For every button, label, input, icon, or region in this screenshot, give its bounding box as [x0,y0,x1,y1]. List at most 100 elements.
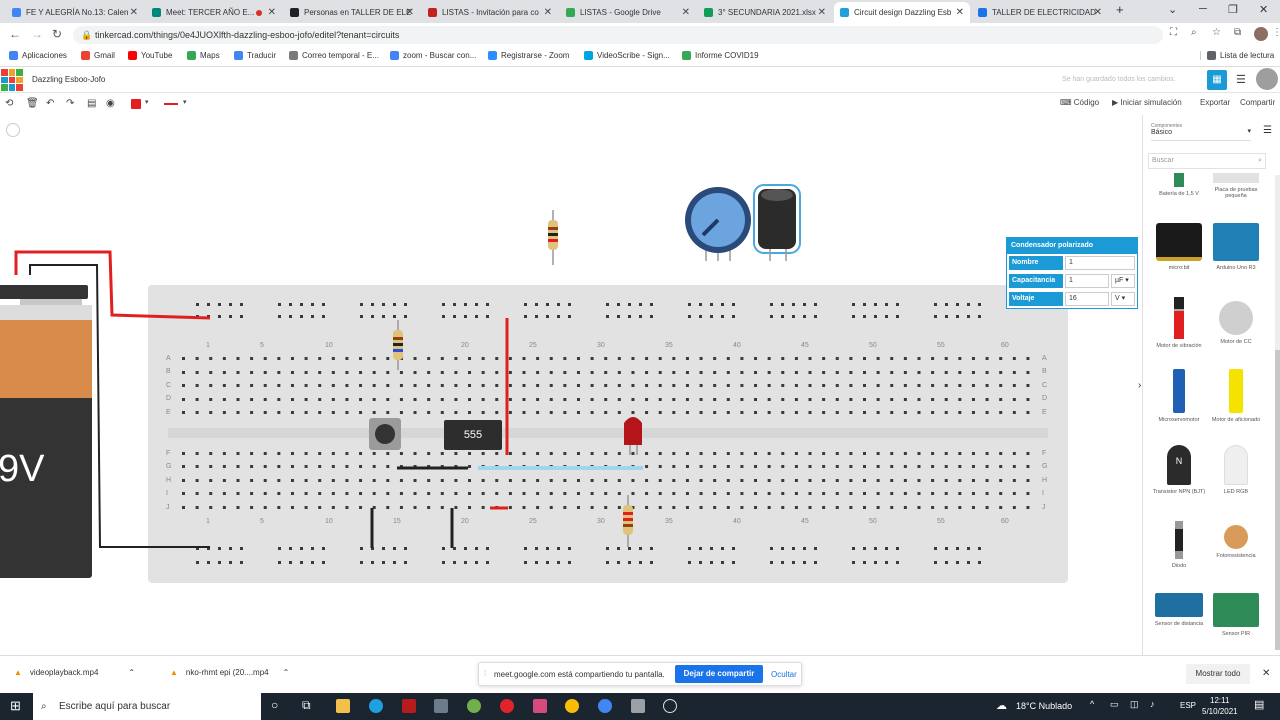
file-explorer-icon[interactable] [336,699,350,713]
show-all-downloads-button[interactable]: Mostrar todo [1186,664,1250,684]
bookmark-item[interactable]: Gmail [81,51,115,60]
component-hobby-motor[interactable]: Motor de aficionado [1206,369,1266,423]
profile-avatar[interactable] [1254,27,1268,41]
app-icon[interactable] [631,699,645,713]
component-microbit[interactable]: micro:bit [1149,223,1209,271]
export-button[interactable]: Exportar [1200,98,1230,107]
capacitance-unit-select[interactable]: µF ▾ [1111,274,1135,288]
sidebar-scrollbar[interactable] [1275,175,1280,650]
notes-icon[interactable]: ▤ [87,98,96,109]
potentiometer[interactable] [685,187,751,261]
list-view-icon[interactable]: ☰ [1236,73,1246,86]
network-icon[interactable]: ◫ [1130,699,1139,710]
component-battery[interactable]: Batería de 1,5 V [1149,173,1209,197]
opera-icon[interactable] [500,699,514,713]
resistor-top[interactable] [393,320,403,370]
app-icon[interactable] [663,699,677,713]
bookmark-item[interactable]: YouTube [128,51,172,60]
browser-tab-active[interactable]: Circuit design Dazzling Esb ✕ [834,2,970,23]
chevron-up-icon[interactable]: ⌃ [128,668,135,677]
chrome-icon[interactable] [565,699,579,713]
url-field[interactable]: 🔒 tinkercad.com/things/0e4JUOXlfth-dazzl… [73,26,1163,44]
browser-tab[interactable]: Meet: TERCER AÑO E... ✕ [146,2,282,23]
taskbar-search[interactable]: ⌕ Escribe aquí para buscar [33,693,261,720]
browser-tab[interactable]: Personas en TALLER DE ELE ✕ [284,2,420,23]
browser-tab[interactable]: FE Y ALEGRÍA No.13: Calen ✕ [6,2,144,23]
resistor-floating[interactable] [548,210,558,265]
visibility-icon[interactable]: ◉ [106,98,115,109]
reload-icon[interactable]: ↻ [52,27,62,41]
chevron-up-icon[interactable]: ^ [1090,699,1094,709]
circuit-view-icon[interactable]: ▦ [1207,70,1227,90]
push-button[interactable] [369,418,401,450]
clock-date[interactable]: 5/10/2021 [1202,707,1238,716]
forward-icon[interactable]: → [31,27,43,41]
component-breadboard-small[interactable]: Placa de pruebas pequeña [1206,173,1266,199]
close-tab-icon[interactable]: ✕ [818,7,826,18]
bookmark-item[interactable]: Registrarse - Zoom [488,51,569,60]
component-pir-sensor[interactable]: Sensor PIR [1206,593,1266,637]
circuit-canvas[interactable]: 1 5 10 15 20 25 30 35 40 45 50 55 60 1 5… [0,115,1142,655]
wire-color-swatch[interactable] [131,99,141,109]
minimize-icon[interactable]: ─ [1199,3,1207,15]
close-tab-icon[interactable]: ✕ [956,7,964,18]
close-tab-icon[interactable]: ✕ [268,7,276,18]
windows-start-icon[interactable]: ⊞ [10,698,21,714]
browser-tab[interactable]: LISTAS - Google Drive ✕ [560,2,696,23]
menu-kebab-icon[interactable]: ⋮ [1272,27,1280,38]
edge-icon[interactable] [369,699,383,713]
name-field[interactable]: 1 [1065,256,1135,270]
stop-sharing-button[interactable]: Dejar de compartir [675,665,763,683]
component-dc-motor[interactable]: Motor de CC [1206,297,1266,345]
download-item[interactable]: ▲ nko-rhmt epi (20....mp4 ⌃ [170,668,289,677]
start-simulation-button[interactable]: ▶ Iniciar simulación [1112,98,1182,107]
close-tab-icon[interactable]: ✕ [130,7,138,18]
red-led[interactable] [624,417,642,455]
component-search-input[interactable]: Buscar ⌕ [1148,153,1266,169]
back-icon[interactable]: ← [9,27,21,41]
bookmark-item[interactable]: Maps [187,51,220,60]
component-npn-transistor[interactable]: N Transistor NPN (BJT) [1149,445,1209,495]
browser-tab[interactable]: TALLER DE ELECTRICIDAD ✕ [972,2,1108,23]
wire-type-icon[interactable] [164,103,178,105]
component-diode[interactable]: Diodo [1149,521,1209,569]
chevron-down-icon[interactable]: ▾ [145,98,149,106]
chevron-down-icon[interactable]: ▾ [183,98,187,106]
close-tab-icon[interactable]: ✕ [1094,7,1102,18]
acrobat-icon[interactable] [402,699,416,713]
reading-list[interactable]: Lista de lectura [1200,51,1274,60]
close-downloads-icon[interactable]: ✕ [1262,668,1270,679]
bookmark-item[interactable]: VideoScribe - Sign... [584,51,670,60]
collapse-sidebar-icon[interactable]: › [1138,380,1141,391]
download-item[interactable]: ▲ videoplayback.mp4 ⌃ [14,668,135,677]
bookmark-item[interactable]: Traducir [234,51,276,60]
new-tab-icon[interactable]: + [1116,2,1124,17]
weather-text[interactable]: 18°C Nublado [1016,701,1072,711]
voltage-unit-select[interactable]: V ▾ [1111,292,1135,306]
language-indicator[interactable]: ESP [1180,701,1196,710]
rotate-icon[interactable]: ⟲ [5,98,13,109]
timer-555-chip[interactable]: 555 [444,420,502,450]
delete-icon[interactable]: 🗑 [26,98,39,109]
translate-icon[interactable]: ⛶ [1170,27,1177,38]
component-micro-servo[interactable]: Microservomotor [1149,369,1209,423]
close-tab-icon[interactable]: ✕ [406,7,414,18]
category-select[interactable]: Componentes Básico ▾ [1151,123,1251,141]
tinkercad-logo[interactable] [1,69,23,91]
bookmark-item[interactable]: Correo temporal - E... [289,51,379,60]
chrome-active-icon[interactable] [598,699,612,713]
share-button[interactable]: Compartir [1240,98,1275,107]
close-tab-icon[interactable]: ✕ [682,7,690,18]
zoom-icon[interactable]: ⌕ [1191,27,1197,38]
battery-9v[interactable]: 9V [0,285,93,578]
voltage-field[interactable]: 16 [1065,292,1109,306]
resistor-bottom[interactable] [623,495,633,547]
capacitance-field[interactable]: 1 [1065,274,1109,288]
component-rgb-led[interactable]: LED RGB [1206,445,1266,495]
redo-icon[interactable]: ↷ [66,98,74,109]
bookmark-item[interactable]: zoom - Buscar con... [390,51,476,60]
hide-button[interactable]: Ocultar [771,670,797,679]
battery-status-icon[interactable]: ▭ [1110,699,1119,710]
volume-icon[interactable]: ♪ [1150,699,1155,709]
component-vibration-motor[interactable]: Motor de vibración [1149,297,1209,349]
